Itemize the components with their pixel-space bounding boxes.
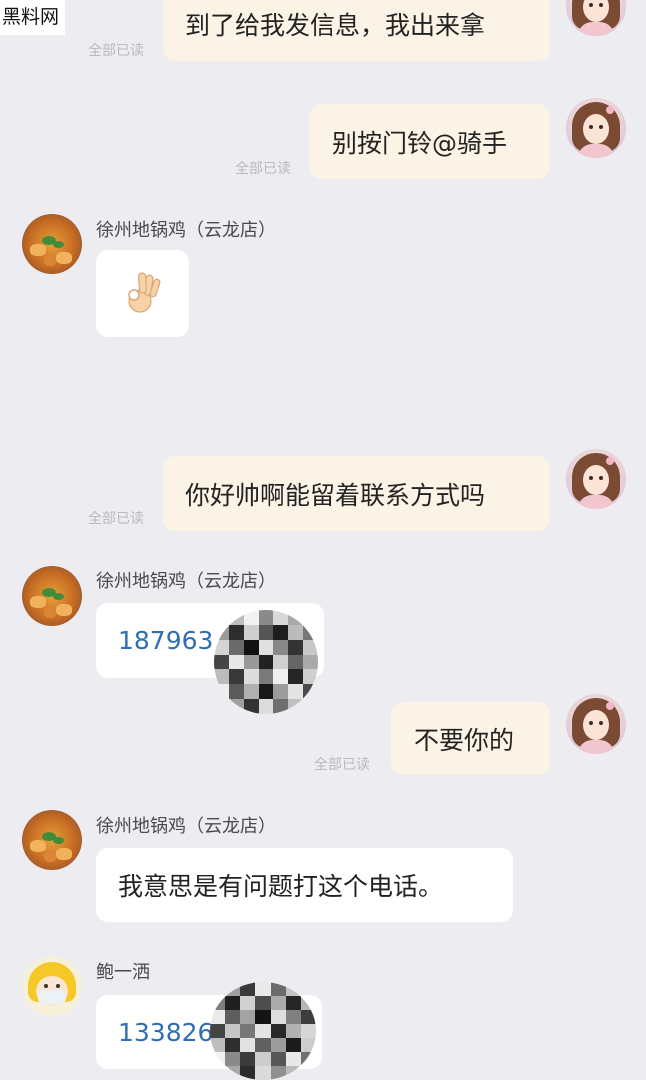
message-text: 到了给我发信息，我出来拿 (185, 10, 486, 40)
their-message-bubble[interactable]: 我意思是有问题打这个电话。 (96, 848, 513, 922)
ok-hand-icon (127, 271, 160, 313)
my-message-bubble[interactable]: 不要你的 (391, 702, 550, 775)
sender-name: 徐州地锅鸡（云龙店） (96, 220, 276, 241)
my-message-bubble[interactable]: 到了给我发信息，我出来拿 (163, 0, 550, 61)
rider-avatar[interactable] (22, 956, 82, 1016)
phone-number-link[interactable]: 133826 (118, 1018, 213, 1047)
sender-name: 鲍一洒 (96, 962, 150, 983)
message-text: 我意思是有问题打这个电话。 (118, 872, 444, 901)
mosaic-redaction (214, 610, 318, 714)
read-status: 全部已读 (235, 161, 291, 177)
store-avatar[interactable] (22, 214, 82, 274)
my-avatar[interactable] (566, 98, 626, 158)
watermark: 黑料网 (0, 0, 66, 35)
mosaic-redaction (210, 982, 316, 1080)
sender-name: 徐州地锅鸡（云龙店） (96, 571, 276, 592)
message-text: 不要你的 (414, 725, 515, 755)
my-message-bubble[interactable]: 别按门铃@骑手 (310, 104, 550, 179)
store-avatar[interactable] (22, 566, 82, 626)
emoji-bubble[interactable] (96, 250, 189, 337)
phone-number-link[interactable]: 187963 (118, 626, 213, 655)
my-message-bubble[interactable]: 你好帅啊能留着联系方式吗 (163, 456, 550, 531)
read-status: 全部已读 (88, 511, 144, 527)
read-status: 全部已读 (88, 43, 144, 59)
store-avatar[interactable] (22, 810, 82, 870)
read-status: 全部已读 (314, 757, 370, 773)
message-text: 别按门铃@骑手 (332, 128, 508, 158)
my-avatar[interactable] (566, 449, 626, 509)
my-avatar[interactable] (566, 694, 626, 754)
message-text: 你好帅啊能留着联系方式吗 (185, 480, 486, 510)
sender-name: 徐州地锅鸡（云龙店） (96, 816, 276, 837)
my-avatar[interactable] (566, 0, 626, 36)
